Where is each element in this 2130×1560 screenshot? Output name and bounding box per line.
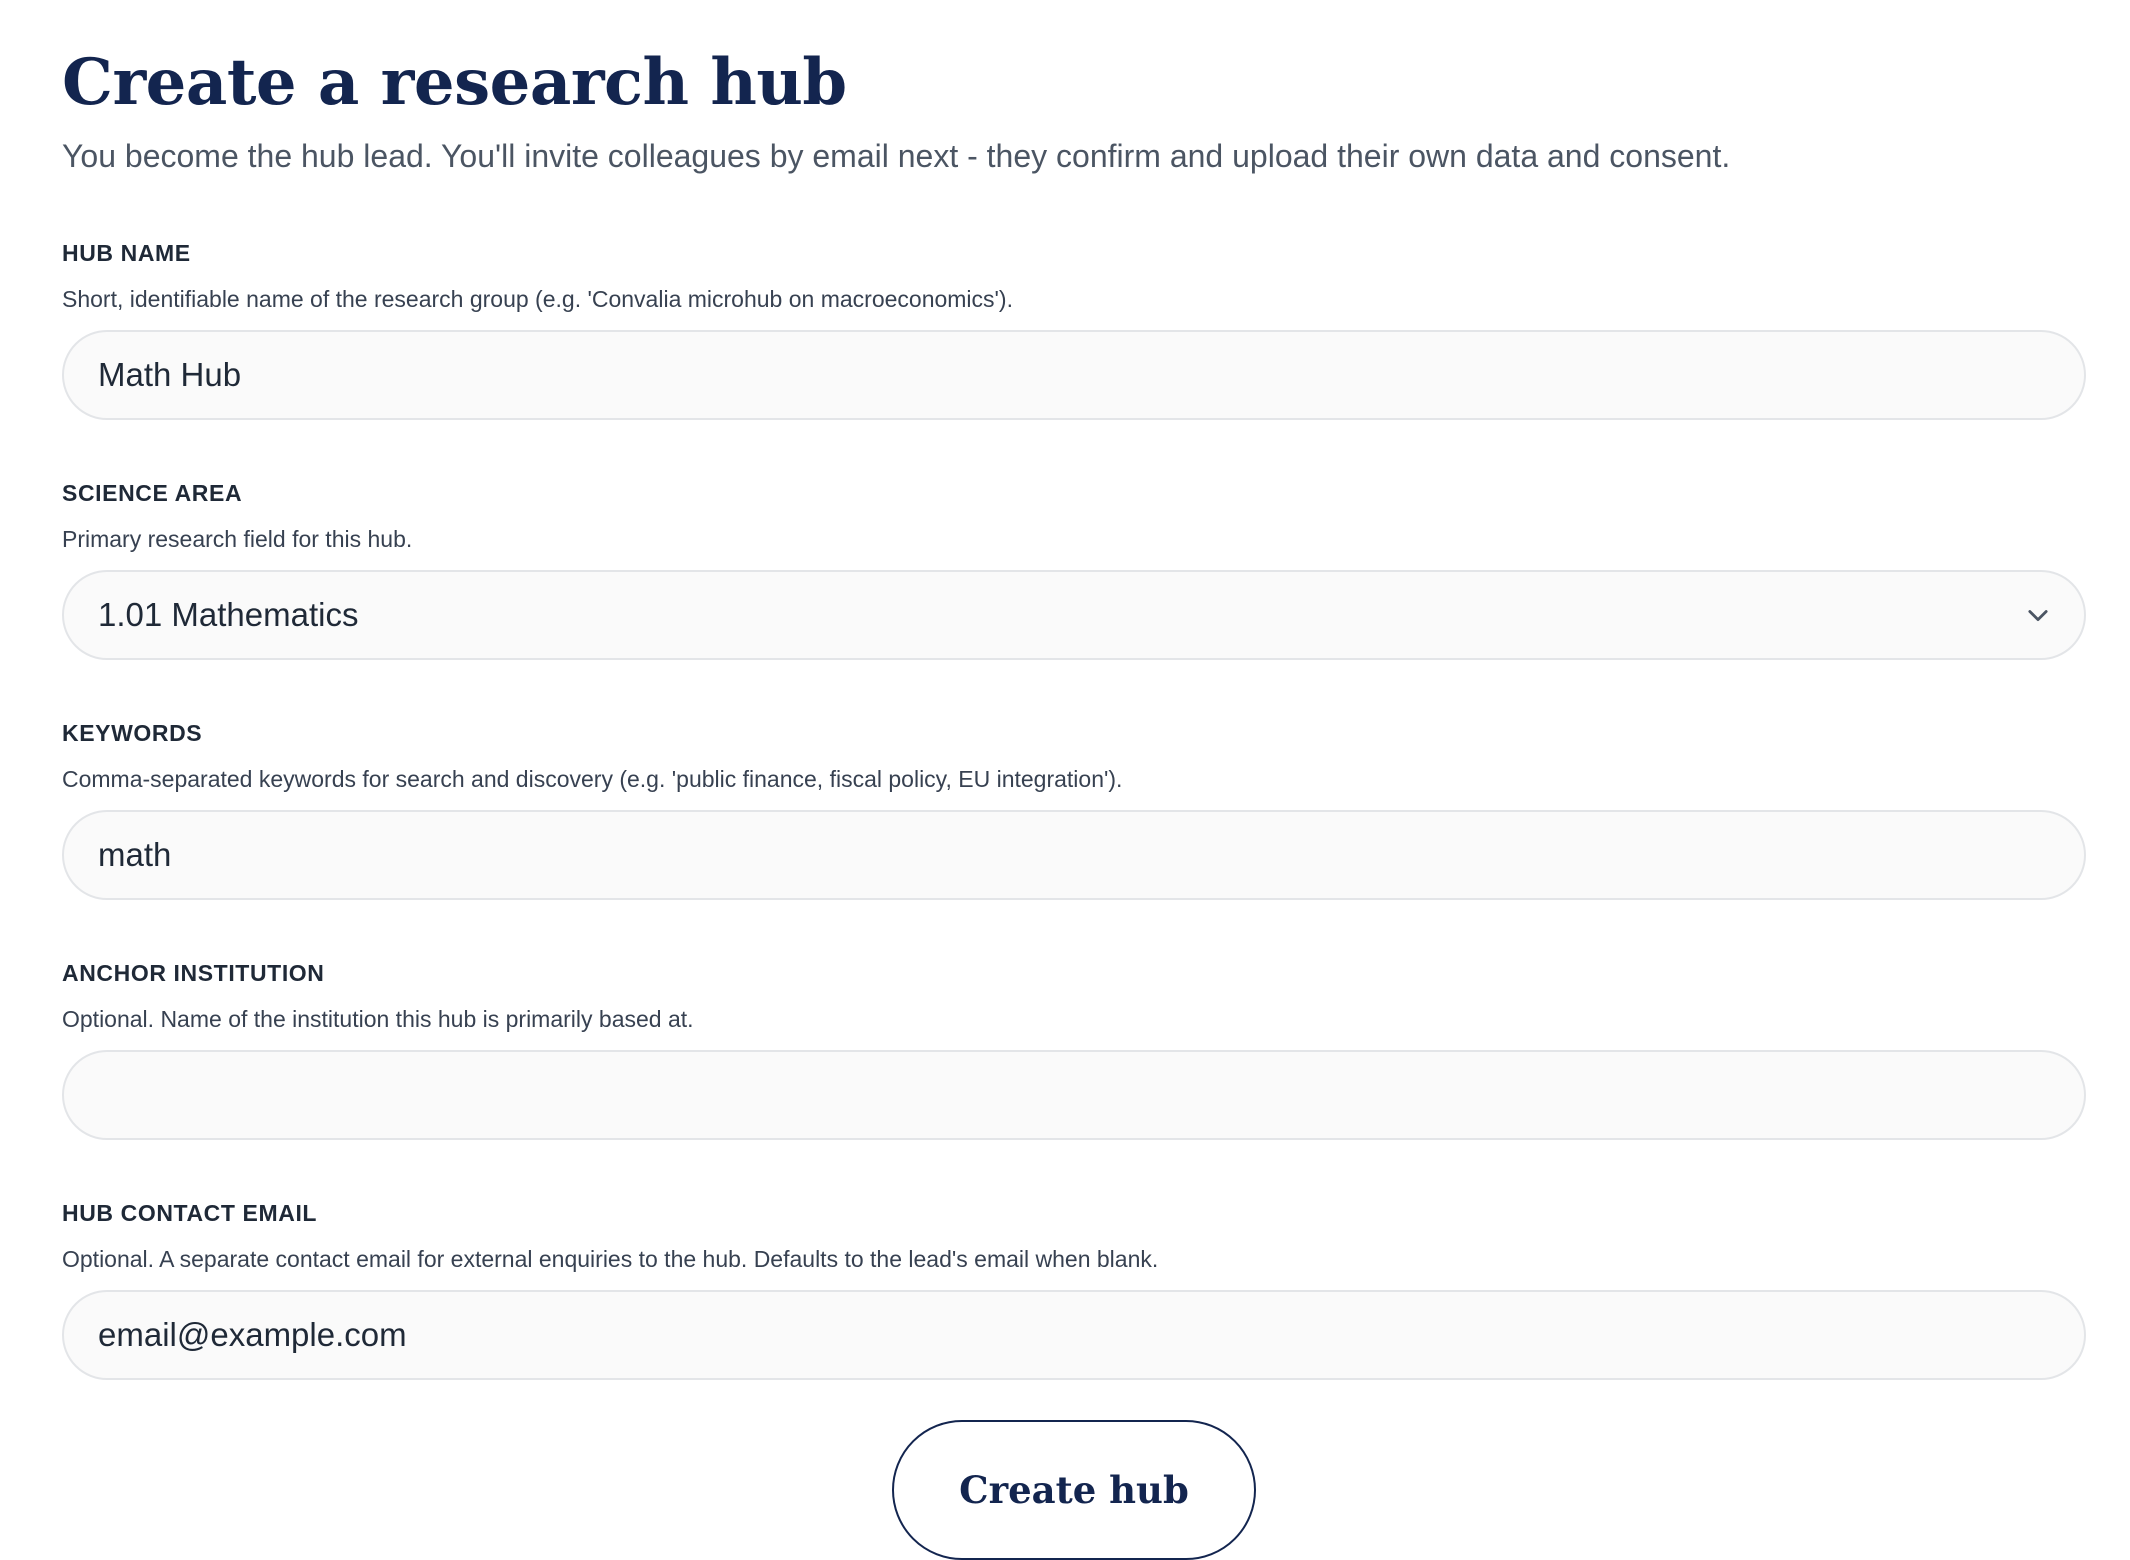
hub-contact-email-help: Optional. A separate contact email for e… xyxy=(62,1246,1159,1272)
keywords-label: KEYWORDS xyxy=(62,720,203,746)
hub-contact-email-input[interactable] xyxy=(64,1292,2084,1378)
science-area-help: Primary research field for this hub. xyxy=(62,526,413,552)
hub-contact-email-label: HUB CONTACT EMAIL xyxy=(62,1200,318,1226)
create-hub-page: Create a research hub You become the hub… xyxy=(0,0,2130,1560)
anchor-institution-field: ANCHOR INSTITUTION Optional. Name of the… xyxy=(62,958,2086,1140)
keywords-help: Comma-separated keywords for search and … xyxy=(62,766,1123,792)
hub-name-help: Short, identifiable name of the research… xyxy=(62,286,1013,312)
create-hub-form: HUB NAME Short, identifiable name of the… xyxy=(62,238,2086,1560)
anchor-institution-input[interactable] xyxy=(64,1052,2084,1138)
chevron-down-icon xyxy=(2028,610,2048,622)
anchor-institution-label: ANCHOR INSTITUTION xyxy=(62,960,325,986)
keywords-input[interactable] xyxy=(64,812,2084,898)
keywords-field: KEYWORDS Comma-separated keywords for se… xyxy=(62,718,2086,900)
science-area-selected-value[interactable]: 1.01 Mathematics xyxy=(64,572,2084,658)
science-area-select[interactable]: 1.01 Mathematics xyxy=(62,570,2086,660)
hub-name-input-wrapper xyxy=(62,330,2086,420)
anchor-institution-help: Optional. Name of the institution this h… xyxy=(62,1006,694,1032)
form-actions: Create hub xyxy=(62,1420,2086,1560)
page-subtitle: You become the hub lead. You'll invite c… xyxy=(62,138,1731,174)
anchor-institution-input-wrapper xyxy=(62,1050,2086,1140)
hub-contact-email-input-wrapper xyxy=(62,1290,2086,1380)
page-title: Create a research hub xyxy=(62,45,847,120)
hub-name-field: HUB NAME Short, identifiable name of the… xyxy=(62,238,2086,420)
keywords-input-wrapper xyxy=(62,810,2086,900)
hub-name-input[interactable] xyxy=(64,332,2084,418)
science-area-label: SCIENCE AREA xyxy=(62,480,243,506)
hub-contact-email-field: HUB CONTACT EMAIL Optional. A separate c… xyxy=(62,1198,2086,1380)
hub-name-label: HUB NAME xyxy=(62,240,191,266)
science-area-field: SCIENCE AREA Primary research field for … xyxy=(62,478,2086,660)
create-hub-button[interactable]: Create hub xyxy=(892,1420,1256,1560)
